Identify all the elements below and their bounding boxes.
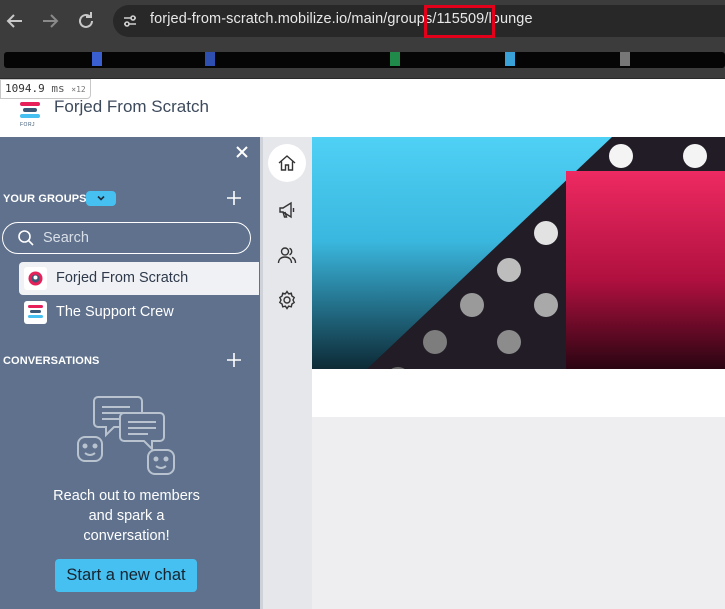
empty-conversations-message: Reach out to members and spark a convers… [53,488,200,544]
announcements-nav-button[interactable] [268,191,306,229]
url-group-id-highlight [424,5,495,38]
add-group-button[interactable] [225,189,243,210]
group-item-forjed-from-scratch[interactable]: Forjed From Scratch [19,262,259,295]
home-nav-button[interactable] [268,144,306,182]
settings-nav-button[interactable] [268,281,306,319]
plus-icon [227,191,241,205]
group-label: The Support Crew [56,304,174,320]
add-conversation-button[interactable] [225,351,243,372]
bookmark-icon [620,52,630,66]
group-avatar [24,301,47,324]
back-button[interactable] [3,9,27,33]
group-avatar [24,267,47,290]
megaphone-icon [279,201,295,219]
reload-icon [79,12,93,28]
perf-unit: ms [51,82,65,95]
home-icon [278,155,296,171]
redacted-bookmarks [4,52,725,68]
gear-icon [278,290,296,310]
bookmark-icon [92,52,102,66]
content-feed [312,417,725,609]
address-bar[interactable]: forjed-from-scratch.mobilize.io/main/gro… [113,5,725,37]
groups-collapse-toggle[interactable] [86,191,116,206]
tune-icon[interactable] [121,12,139,30]
perf-multiplier: ×12 [71,85,86,94]
plus-icon [227,353,241,367]
bookmark-icon [505,52,515,66]
reload-button[interactable] [74,9,98,33]
conversations-label: CONVERSATIONS [3,355,100,367]
search-icon [18,230,34,246]
app-title[interactable]: Forjed From Scratch [54,97,209,117]
app-logo[interactable] [20,98,42,124]
chevron-down-icon [97,195,105,201]
your-groups-label: YOUR GROUPS [3,193,87,205]
members-nav-button[interactable] [268,236,306,274]
arrow-left-icon [6,14,22,28]
bookmark-icon [205,52,215,66]
content-area [312,369,725,417]
perf-value: 1094.9 [5,82,45,95]
forward-button[interactable] [38,9,62,33]
search-input[interactable] [43,229,243,247]
group-label: Forjed From Scratch [56,270,189,286]
search-box[interactable] [2,222,251,254]
close-icon[interactable] [235,144,249,162]
logo-text: FORJ [20,122,36,128]
group-item-the-support-crew[interactable]: The Support Crew [19,296,259,329]
performance-overlay: 1094.9 ms ×12 [0,79,91,99]
start-new-chat-button[interactable]: Start a new chat [55,559,197,592]
group-banner-image [312,137,725,369]
arrow-right-icon [43,14,59,28]
chat-bubbles-icon [77,396,175,475]
members-icon [277,247,297,264]
bookmark-icon [390,52,400,66]
